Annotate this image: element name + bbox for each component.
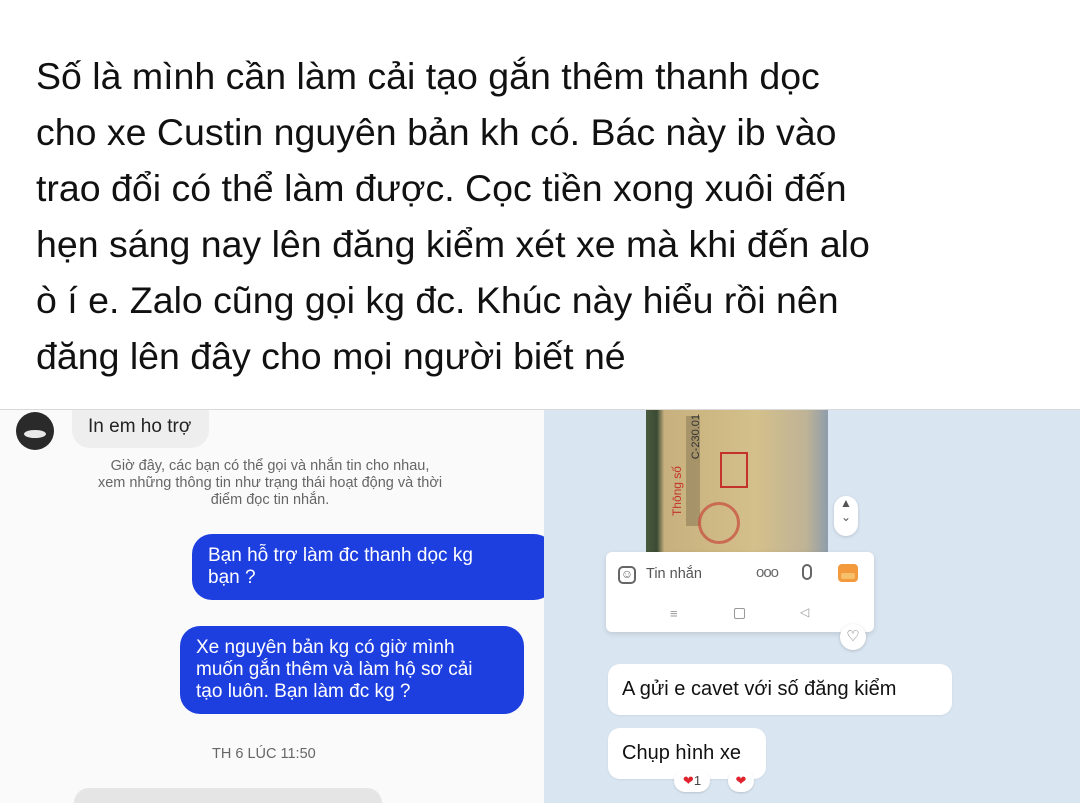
heart-icon: ❤ — [735, 773, 747, 788]
avatar[interactable] — [16, 412, 54, 450]
document-photo[interactable]: C-230.01 Thông số — [646, 410, 828, 554]
more-icon[interactable]: ooo — [756, 564, 779, 581]
sent-message: Xe nguyên bản kg có giờ mình muốn gắn th… — [180, 626, 524, 714]
chevron-down-icon[interactable]: ⌄ — [834, 510, 858, 524]
chevron-up-icon[interactable]: ▲ — [834, 496, 858, 510]
menu-icon[interactable]: ≡ — [670, 606, 678, 621]
react-button[interactable]: ❤ — [728, 770, 754, 792]
photo-text: Thông số — [670, 466, 684, 517]
received-message-cutoff — [74, 788, 382, 803]
photo-highlight — [720, 452, 748, 488]
reaction-badge[interactable]: ❤1 — [674, 770, 710, 792]
post-text: Số là mình cần làm cải tạo gắn thêm than… — [36, 55, 870, 377]
scroll-navigation[interactable]: ▲ ⌄ — [834, 496, 858, 536]
connection-notice: Giờ đây, các bạn có thể gọi và nhắn tin … — [97, 458, 443, 508]
screenshots: In em ho trợ Giờ đây, các bạn có thể gọi… — [0, 410, 1080, 803]
message-input[interactable]: Tin nhắn — [646, 566, 702, 582]
chat-message: A gửi e cavet với số đăng kiểm — [608, 664, 952, 715]
reaction-count: 1 — [693, 773, 702, 788]
system-nav-bar: ≡ ◁ — [606, 604, 874, 624]
sent-message: Bạn hỗ trợ làm đc thanh dọc kg bạn ? — [192, 534, 544, 600]
messenger-screenshot: In em ho trợ Giờ đây, các bạn có thể gọi… — [0, 410, 544, 803]
mic-icon[interactable] — [802, 564, 812, 580]
message-timestamp: TH 6 LÚC 11:50 — [212, 746, 316, 762]
back-icon[interactable]: ◁ — [800, 605, 809, 619]
received-message: In em ho trợ — [72, 410, 210, 448]
home-icon[interactable] — [734, 608, 745, 619]
zalo-screenshot: C-230.01 Thông số ▲ ⌄ ☺ Tin nhắn ooo ≡ ◁… — [544, 410, 1080, 803]
heart-icon: ❤ — [682, 773, 694, 788]
heart-outline-icon[interactable]: ♡ — [840, 624, 866, 650]
stamp-icon — [698, 502, 740, 544]
photo-text: C-230.01 — [690, 414, 702, 460]
emoji-icon[interactable]: ☺ — [618, 566, 636, 584]
image-icon[interactable] — [838, 564, 858, 582]
message-composer: ☺ Tin nhắn ooo ≡ ◁ — [606, 552, 874, 632]
